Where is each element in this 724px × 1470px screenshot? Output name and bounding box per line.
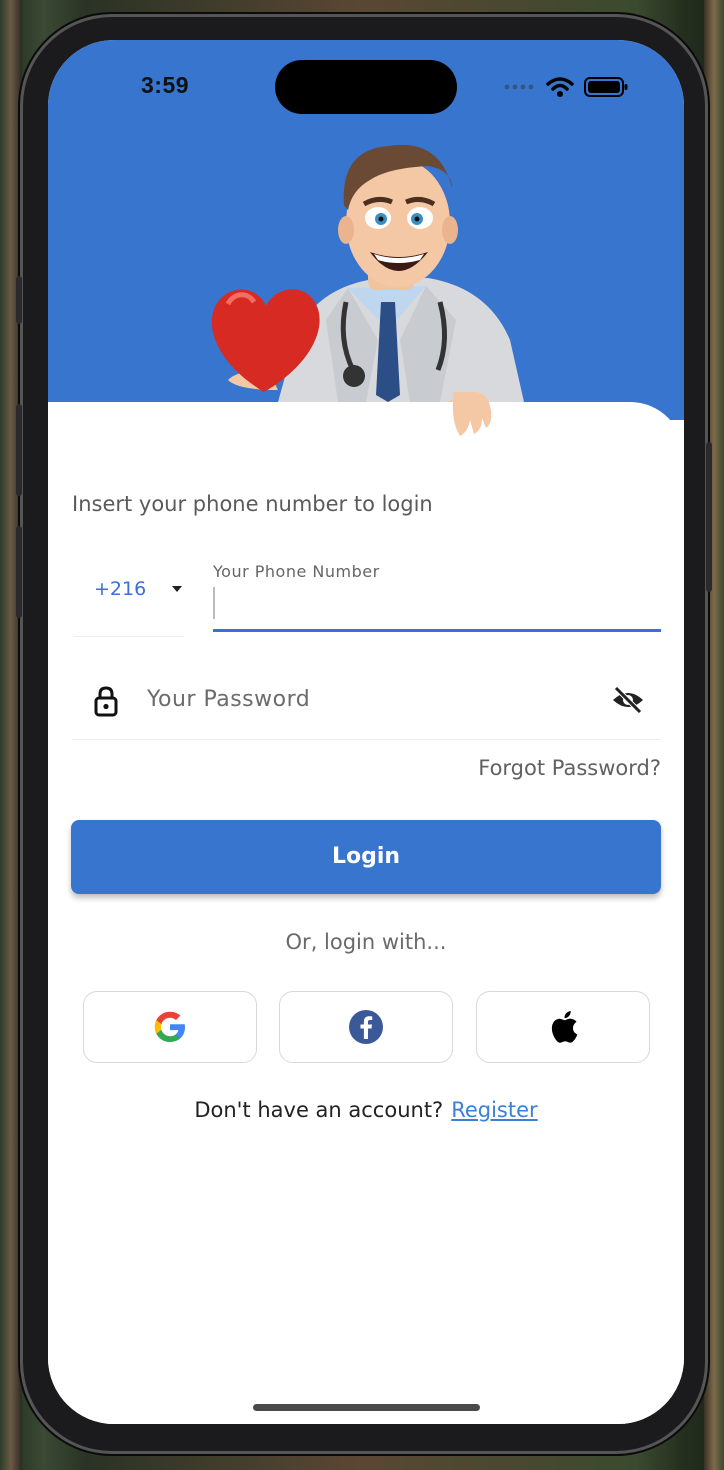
app-screen: 3:59 Insert your phone number to login +… — [48, 40, 684, 1424]
no-account-text: Don't have an account? — [194, 1098, 444, 1122]
register-prompt: Don't have an account? Register — [48, 1098, 684, 1122]
side-button-volume-down — [16, 526, 22, 618]
battery-icon — [584, 77, 628, 97]
google-login-button[interactable] — [83, 991, 257, 1063]
wifi-icon — [546, 77, 574, 97]
country-code-selector[interactable]: +216 — [74, 558, 184, 637]
facebook-icon — [349, 1010, 383, 1044]
home-indicator[interactable] — [253, 1404, 480, 1411]
side-button-power — [706, 442, 712, 592]
text-cursor — [213, 587, 215, 619]
login-prompt: Insert your phone number to login — [72, 492, 433, 516]
apple-icon — [551, 1011, 578, 1043]
password-placeholder: Your Password — [147, 687, 311, 712]
side-button-mute — [16, 276, 22, 324]
facebook-login-button[interactable] — [279, 991, 453, 1063]
visibility-off-icon[interactable] — [611, 685, 645, 715]
doctor-hand — [452, 392, 492, 436]
status-time: 3:59 — [141, 72, 190, 98]
cellular-signal-icon — [504, 84, 534, 90]
country-code: +216 — [94, 578, 147, 600]
forgot-password-link[interactable]: Forgot Password? — [478, 756, 661, 780]
dropdown-arrow-icon — [172, 586, 182, 592]
phone-label: Your Phone Number — [213, 562, 380, 581]
social-divider-text: Or, login with... — [285, 930, 447, 954]
google-icon — [154, 1011, 185, 1042]
login-sheet — [48, 402, 684, 1424]
status-icons — [504, 76, 628, 98]
password-field[interactable]: Your Password — [72, 665, 661, 740]
dynamic-island — [275, 60, 457, 114]
side-button-volume-up — [16, 404, 22, 496]
lock-icon — [94, 686, 118, 717]
login-button[interactable]: Login — [71, 820, 661, 894]
hero-banner: 3:59 — [48, 40, 684, 438]
phone-number-input[interactable] — [213, 585, 661, 632]
background-tree-left — [0, 0, 22, 1470]
apple-login-button[interactable] — [476, 991, 650, 1063]
register-link[interactable]: Register — [451, 1098, 537, 1122]
